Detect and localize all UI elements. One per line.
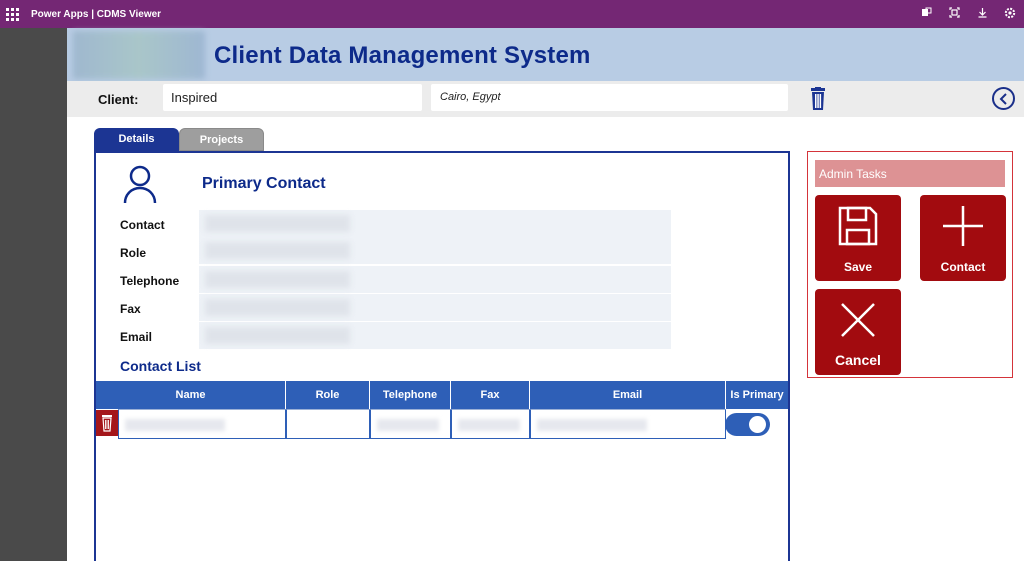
details-panel: Primary Contact Contact Role Telephone F… [94,151,790,561]
column-header-fax[interactable]: Fax [451,381,530,409]
admin-tasks-title: Admin Tasks [815,160,1005,187]
top-bar: Power Apps | CDMS Viewer [0,0,1024,28]
trash-icon [102,415,112,432]
admin-tasks-panel: Admin Tasks Save Contact Cancel [807,151,1013,378]
tab-details[interactable]: Details [94,128,179,151]
plus-icon [943,206,983,246]
primary-contact-title: Primary Contact [202,175,326,192]
download-icon[interactable] [968,7,996,21]
app-icon[interactable] [912,7,940,21]
column-header-role[interactable]: Role [286,381,370,409]
add-contact-button[interactable]: Contact [920,195,1006,281]
role-value [199,237,671,264]
waffle-icon [5,7,19,21]
column-header-email[interactable]: Email [530,381,726,409]
column-header-name[interactable]: Name [96,381,286,409]
save-icon [838,206,878,246]
delete-client-button[interactable] [808,87,828,111]
app-launcher-button[interactable] [0,0,24,28]
chevron-left-icon [999,92,1007,105]
contact-grid-header: Name Role Telephone Fax Email Is Primary [96,381,788,409]
is-primary-toggle[interactable] [725,413,770,436]
fax-label: Fax [120,302,141,316]
contact-telephone-cell[interactable] [370,409,451,439]
company-logo [73,31,205,79]
table-row [96,409,726,439]
cancel-label: Cancel [835,352,881,368]
tab-projects[interactable]: Projects [179,128,264,151]
email-label: Email [120,330,153,344]
telephone-value [199,266,671,293]
client-label: Client: [98,92,139,107]
app-header: Client Data Management System [67,28,1024,81]
page-title: Client Data Management System [214,42,591,69]
delete-contact-button[interactable] [96,410,118,436]
fax-value [199,294,671,321]
save-label: Save [843,260,873,274]
save-button[interactable]: Save [815,195,901,281]
app-title: Power Apps | CDMS Viewer [31,8,162,20]
contact-label: Contact [120,218,165,232]
settings-icon[interactable] [996,7,1024,22]
cancel-button[interactable]: Cancel [815,289,901,375]
contact-role-cell[interactable] [286,409,370,439]
close-icon [841,303,875,337]
role-label: Role [120,246,147,260]
fit-screen-icon[interactable] [940,7,968,21]
contact-label-button: Contact [940,260,986,274]
client-name-field[interactable]: Inspired [163,84,422,111]
column-header-telephone[interactable]: Telephone [370,381,451,409]
person-icon [123,165,157,204]
client-location-field[interactable]: Cairo, Egypt [431,84,788,111]
trash-icon [811,87,825,110]
back-button[interactable] [992,87,1015,110]
contact-value [199,210,671,237]
left-gutter [0,28,67,561]
contact-name-cell[interactable] [118,409,286,439]
client-bar: Client: Inspired Cairo, Egypt [67,81,1024,117]
contact-fax-cell[interactable] [451,409,530,439]
column-header-is-primary[interactable]: Is Primary [726,381,788,409]
contact-list-title: Contact List [120,358,201,374]
telephone-label: Telephone [120,274,180,288]
email-value [199,322,671,349]
contact-email-cell[interactable] [530,409,726,439]
